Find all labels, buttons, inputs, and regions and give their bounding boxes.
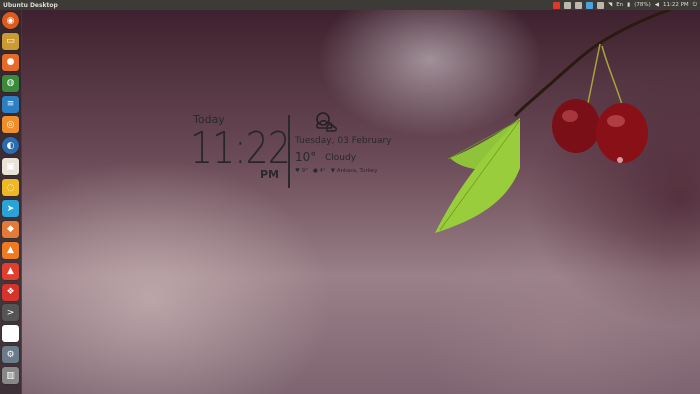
browser-orange-icon[interactable]: ◆ <box>2 220 19 238</box>
widget-detail-high: ♥ 9° <box>295 168 308 174</box>
ubuntu-one-icon[interactable]: ❖ <box>2 283 19 301</box>
settings-icon[interactable]: ⚙ <box>2 346 19 364</box>
gold-app-icon[interactable]: ◌ <box>2 179 19 197</box>
software-center-icon[interactable]: ▣ <box>2 158 19 176</box>
sound-icon[interactable]: ◀ <box>655 2 659 8</box>
battery-percentage[interactable]: (78%) <box>634 2 651 8</box>
widget-temperature: 10° <box>295 150 317 164</box>
ubuntu-software-icon[interactable]: ◎ <box>2 116 19 134</box>
telegram-icon[interactable]: ➤ <box>2 200 19 218</box>
widget-ampm: PM <box>260 168 280 181</box>
cloudy-weather-icon <box>316 112 337 132</box>
chrome-icon[interactable]: ◍ <box>2 74 19 92</box>
widget-time: 11:22 <box>190 123 291 174</box>
files-icon[interactable]: ▭ <box>2 32 19 50</box>
battery-icon[interactable]: ▮ <box>627 2 630 8</box>
panel-clock[interactable]: 11:22 PM <box>663 2 689 8</box>
keyboard-layout-indicator[interactable]: En <box>616 2 623 8</box>
skype-icon[interactable] <box>585 1 593 9</box>
widget-detail-location: ▼ Ankara, Turkey <box>330 168 378 174</box>
wifi-icon[interactable]: ◥ <box>608 2 612 8</box>
chromium-icon[interactable]: ◐ <box>2 137 19 155</box>
power-icon[interactable]: ⏻ <box>693 2 697 9</box>
app-indicator-icon-2[interactable] <box>574 1 582 9</box>
widget-detail-low: ● 4° <box>312 168 326 174</box>
terminal-icon[interactable]: > <box>2 304 19 322</box>
widget-date: Tuesday, 03 February <box>295 136 392 146</box>
trash-icon[interactable]: ▥ <box>2 367 19 385</box>
firefox-icon[interactable]: ● <box>2 53 19 71</box>
indicator-area: ◥ En ▮ (78%) ◀ 11:22 PM ⏻ <box>552 1 697 9</box>
notification-icon[interactable] <box>552 1 560 9</box>
vlc-icon[interactable]: ▲ <box>2 241 19 259</box>
sync-icon[interactable] <box>596 1 604 9</box>
dash-home-icon[interactable]: ◉ <box>2 12 19 29</box>
top-panel: Ubuntu Desktop ◥ En ▮ (78%) ◀ 11:22 PM ⏻ <box>0 0 700 10</box>
libreoffice-writer-icon[interactable]: ≡ <box>2 95 19 113</box>
launcher: ◉ ▭ ● ◍ ≡ ◎ ◐ ▣ ◌ ➤ ◆ ▲ ▲ ❖ > ✿ ⚙ ▥ <box>0 10 22 394</box>
cherry-wallpaper-art <box>435 8 671 233</box>
software-updater-icon[interactable]: ▲ <box>2 262 19 280</box>
active-window-title: Ubuntu Desktop <box>3 1 58 9</box>
app-indicator-icon[interactable] <box>563 1 571 9</box>
widget-divider <box>288 115 290 188</box>
picasa-icon[interactable]: ✿ <box>2 325 19 343</box>
widget-details: ♥ 9° ● 4° ▼ Ankara, Turkey <box>295 168 377 174</box>
widget-condition: Cloudy <box>325 153 357 163</box>
